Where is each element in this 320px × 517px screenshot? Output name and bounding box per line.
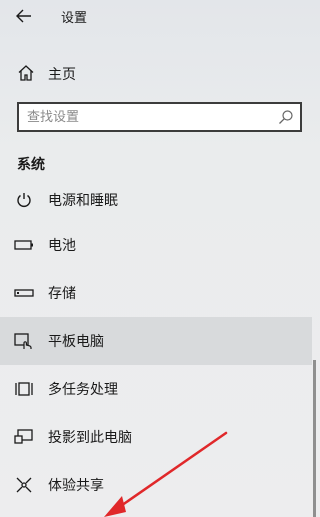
sidebar-item-label: 平板电脑: [48, 334, 104, 350]
section-title: 系统: [17, 157, 45, 173]
sidebar-item-label: 电池: [48, 238, 76, 254]
back-button[interactable]: [10, 5, 38, 27]
sidebar-item-label: 投影到此电脑: [48, 430, 132, 446]
multitasking-icon: [14, 379, 34, 399]
sidebar-item-shared-experiences[interactable]: 体验共享: [0, 461, 312, 509]
sidebar-item-battery[interactable]: 电池: [0, 221, 312, 269]
storage-icon: [14, 283, 34, 303]
back-arrow-icon: [16, 9, 31, 23]
home-nav-item[interactable]: 主页: [0, 58, 319, 88]
sidebar-item-label: 体验共享: [48, 478, 104, 494]
sidebar-item-label: 多任务处理: [48, 382, 118, 398]
battery-icon: [14, 235, 34, 255]
home-label: 主页: [48, 67, 76, 83]
search-input[interactable]: [27, 108, 272, 126]
sidebar-item-label: 存储: [48, 286, 76, 302]
sidebar-item-power-sleep[interactable]: 电源和睡眠: [0, 186, 312, 224]
search-box[interactable]: [17, 102, 302, 132]
sidebar-item-tablet[interactable]: 平板电脑: [0, 317, 312, 365]
search-icon[interactable]: [278, 109, 294, 129]
title-bar: 设置: [0, 0, 319, 32]
sidebar-item-multitasking[interactable]: 多任务处理: [0, 365, 312, 413]
sidebar-item-storage[interactable]: 存储: [0, 269, 312, 317]
power-icon: [14, 190, 34, 210]
sidebar-list: 电源和睡眠 电池 存储 平板电脑 多任务处理 投影到此电脑 体验共享: [0, 186, 319, 517]
sidebar-item-label: 电源和睡眠: [48, 193, 118, 209]
window-title: 设置: [61, 11, 88, 26]
home-icon: [17, 64, 35, 86]
scrollbar[interactable]: [313, 360, 316, 517]
shared-experiences-icon: [14, 475, 34, 495]
sidebar-item-projecting[interactable]: 投影到此电脑: [0, 413, 312, 461]
projecting-icon: [14, 427, 34, 447]
tablet-icon: [14, 331, 34, 351]
